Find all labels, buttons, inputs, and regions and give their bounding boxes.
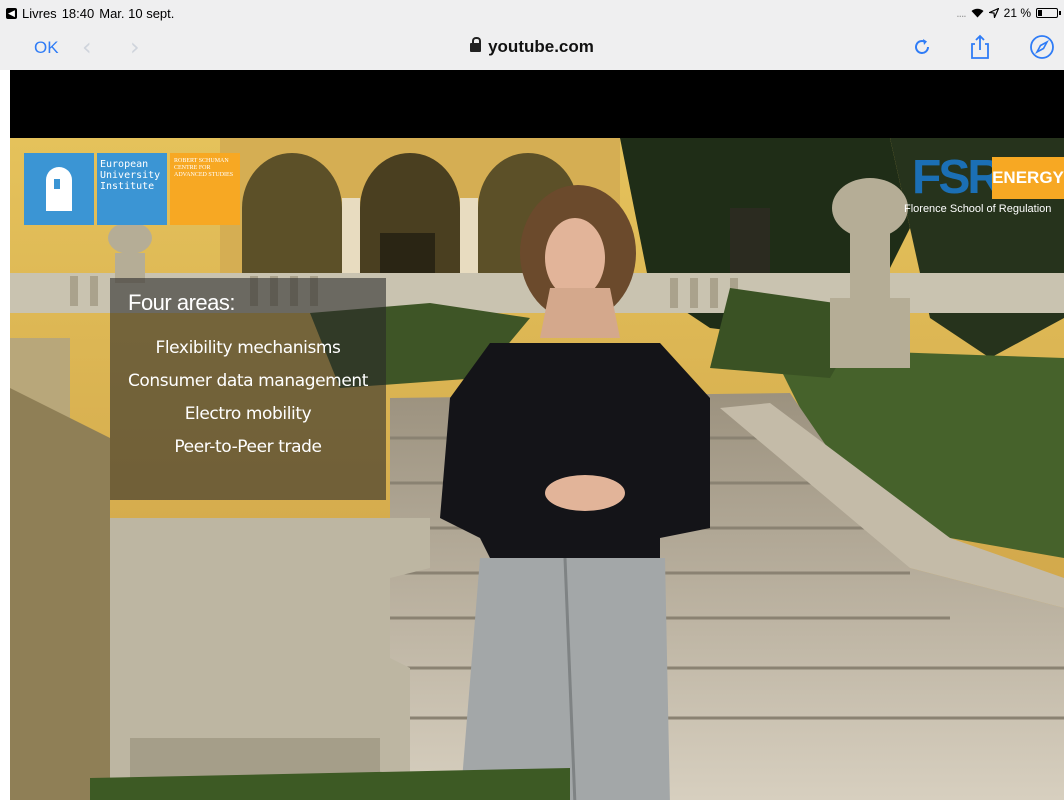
- area-item: Flexibility mechanisms: [155, 338, 341, 358]
- signal-icon: ....: [956, 6, 966, 20]
- areas-title: Four areas:: [128, 290, 236, 315]
- share-icon[interactable]: [966, 33, 994, 61]
- area-item: Consumer data management: [127, 371, 369, 391]
- area-item: Peer-to-Peer trade: [174, 437, 322, 457]
- url-text[interactable]: youtube.com: [488, 37, 594, 56]
- status-right: .... 21 %: [956, 6, 1061, 20]
- eui-logo-text: European University Institute: [97, 153, 167, 225]
- eui-door-emblem: [24, 153, 94, 225]
- video-player[interactable]: European University Institute Robert Sch…: [10, 70, 1064, 800]
- battery-fill: [1038, 10, 1042, 16]
- rsc-logo-text: Robert Schuman Centre for Advanced Studi…: [170, 153, 240, 225]
- back-to-app-icon[interactable]: ◀: [6, 8, 17, 19]
- address-bar[interactable]: youtube.com: [0, 37, 1064, 57]
- battery-icon: [1036, 8, 1061, 18]
- fsr-energy-logo: FSR ENERGY Florence School of Regulation: [904, 153, 1064, 221]
- status-left: ◀ Livres 18:40 Mar. 10 sept.: [6, 6, 174, 21]
- navigation-bar: OK ‹ › youtube.com: [0, 26, 1064, 70]
- status-date: Mar. 10 sept.: [99, 6, 175, 21]
- fsr-school-text: Florence School of Regulation: [904, 203, 1052, 215]
- eui-logo: European University Institute Robert Sch…: [24, 153, 240, 225]
- wifi-icon: [971, 8, 984, 18]
- location-arrow-icon: [988, 8, 999, 18]
- status-bar: ◀ Livres 18:40 Mar. 10 sept. .... 21 %: [0, 0, 1064, 26]
- fsr-logo-text: FSR: [912, 151, 1002, 204]
- browser-screen: ◀ Livres 18:40 Mar. 10 sept. .... 21 % O…: [0, 0, 1064, 800]
- energy-logo-text: ENERGY: [992, 157, 1064, 199]
- battery-percent: 21 %: [1003, 6, 1031, 20]
- areas-overlay: Four areas: Flexibility mechanisms Consu…: [110, 278, 386, 500]
- area-item: Electro mobility: [184, 404, 312, 424]
- safari-compass-icon[interactable]: [1028, 33, 1056, 61]
- lock-icon: [470, 37, 482, 52]
- reload-icon[interactable]: [908, 33, 936, 61]
- back-app-label[interactable]: Livres: [22, 6, 57, 21]
- status-time: 18:40: [61, 6, 95, 21]
- video-frame[interactable]: European University Institute Robert Sch…: [10, 138, 1064, 800]
